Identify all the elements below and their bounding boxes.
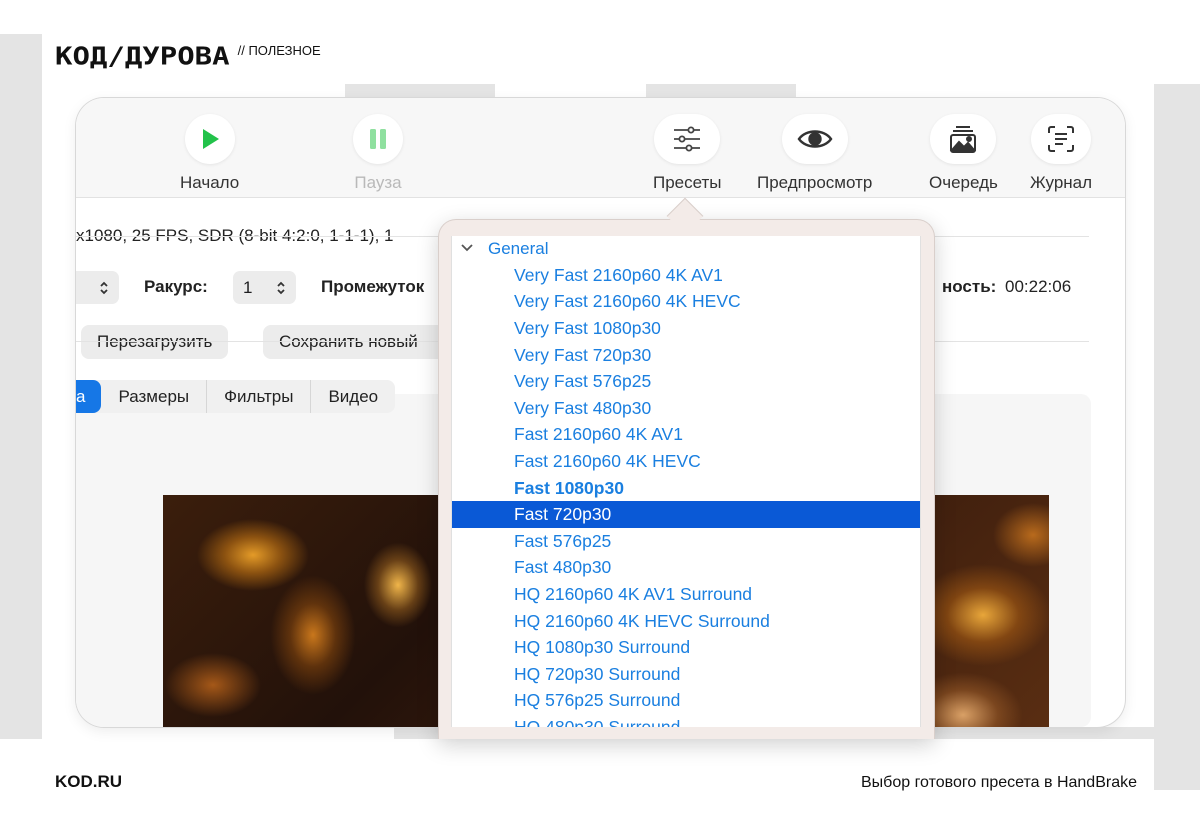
footer-site: KOD.RU — [55, 772, 123, 791]
pause-icon — [370, 129, 386, 149]
preset-item[interactable]: Fast 2160p60 4K HEVC — [452, 448, 920, 475]
settings-tabs: а Размеры Фильтры Видео — [76, 380, 396, 413]
eye-icon — [797, 130, 833, 148]
duration-value: 00:22:06 — [1005, 277, 1072, 296]
pause-button[interactable]: Пауза — [353, 114, 403, 193]
sliders-icon — [674, 126, 701, 152]
background-block — [1154, 84, 1200, 790]
photo-stack-icon — [950, 126, 977, 153]
save-new-preset-button[interactable]: Сохранить новый — [263, 325, 453, 359]
preset-item[interactable]: Very Fast 480p30 — [452, 395, 920, 422]
background-block — [0, 34, 42, 739]
log-button[interactable]: Журнал — [1030, 114, 1092, 193]
preset-item[interactable]: HQ 480p30 Surround — [452, 714, 920, 727]
preset-item[interactable]: HQ 2160p60 4K AV1 Surround — [452, 581, 920, 608]
preset-item[interactable]: Very Fast 720p30 — [452, 342, 920, 369]
preset-item[interactable]: HQ 720p30 Surround — [452, 661, 920, 688]
preset-item[interactable]: Fast 720p30 — [452, 501, 920, 528]
queue-label: Очередь — [929, 173, 998, 192]
chevron-updown-icon — [100, 281, 108, 294]
toolbar: Начало Пауза Пресеты Предпросмотр Очеред… — [76, 98, 1125, 198]
presets-label: Пресеты — [653, 173, 722, 192]
angle-stepper[interactable]: 1 — [233, 271, 296, 304]
presets-button[interactable]: Пресеты — [653, 114, 722, 193]
preset-item[interactable]: Fast 2160p60 4K AV1 — [452, 422, 920, 449]
tab-video[interactable]: Видео — [311, 380, 395, 413]
play-icon — [202, 129, 219, 149]
brand-logo: КОД/ДУРОВА — [55, 41, 230, 71]
log-label: Журнал — [1030, 173, 1093, 192]
start-label: Начало — [180, 173, 240, 192]
preset-item[interactable]: Fast 576p25 — [452, 528, 920, 555]
preset-item[interactable]: HQ 576p25 Surround — [452, 688, 920, 715]
start-button[interactable]: Начало — [180, 114, 239, 193]
range-label: Промежуток — [321, 277, 425, 296]
preset-item[interactable]: Fast 1080p30 — [452, 475, 920, 502]
brand-header: КОД/ДУРОВА // ПОЛЕЗНОЕ — [55, 40, 321, 72]
preset-item[interactable]: HQ 1080p30 Surround — [452, 634, 920, 661]
angle-value: 1 — [243, 277, 253, 297]
reload-button[interactable]: Перезагрузить — [81, 325, 229, 359]
duration-label: ность: — [942, 277, 997, 296]
preset-item[interactable]: Very Fast 2160p60 4K HEVC — [452, 289, 920, 316]
tab-dimensions[interactable]: Размеры — [101, 380, 208, 413]
title-stepper[interactable] — [76, 271, 119, 304]
footer-caption: Выбор готового пресета в HandBrake — [860, 774, 1137, 791]
preview-button[interactable]: Предпросмотр — [757, 114, 872, 193]
preset-group-label: General — [488, 239, 549, 258]
preset-item[interactable]: Very Fast 1080p30 — [452, 315, 920, 342]
preset-item[interactable]: Fast 480p30 — [452, 555, 920, 582]
background-block — [646, 84, 796, 98]
chevron-down-icon — [461, 244, 473, 252]
document-scan-icon — [1048, 126, 1075, 152]
queue-button[interactable]: Очередь — [929, 114, 998, 193]
preset-item[interactable]: Very Fast 2160p60 4K AV1 — [452, 262, 920, 289]
brand-tag: // ПОЛЕЗНОЕ — [237, 43, 321, 58]
preset-group-general[interactable]: General — [452, 236, 920, 262]
chevron-updown-icon — [277, 281, 285, 294]
preview-label: Предпросмотр — [757, 173, 873, 192]
presets-list[interactable]: General Very Fast 2160p60 4K AV1 Very Fas… — [451, 236, 921, 727]
angle-label: Ракурс: — [144, 277, 208, 296]
background-block — [345, 84, 495, 98]
tab-filters[interactable]: Фильтры — [207, 380, 312, 413]
preset-item[interactable]: HQ 2160p60 4K HEVC Surround — [452, 608, 920, 635]
tab-summary[interactable]: а — [76, 380, 102, 413]
preset-item[interactable]: Very Fast 576p25 — [452, 368, 920, 395]
pause-label: Пауза — [354, 173, 402, 192]
